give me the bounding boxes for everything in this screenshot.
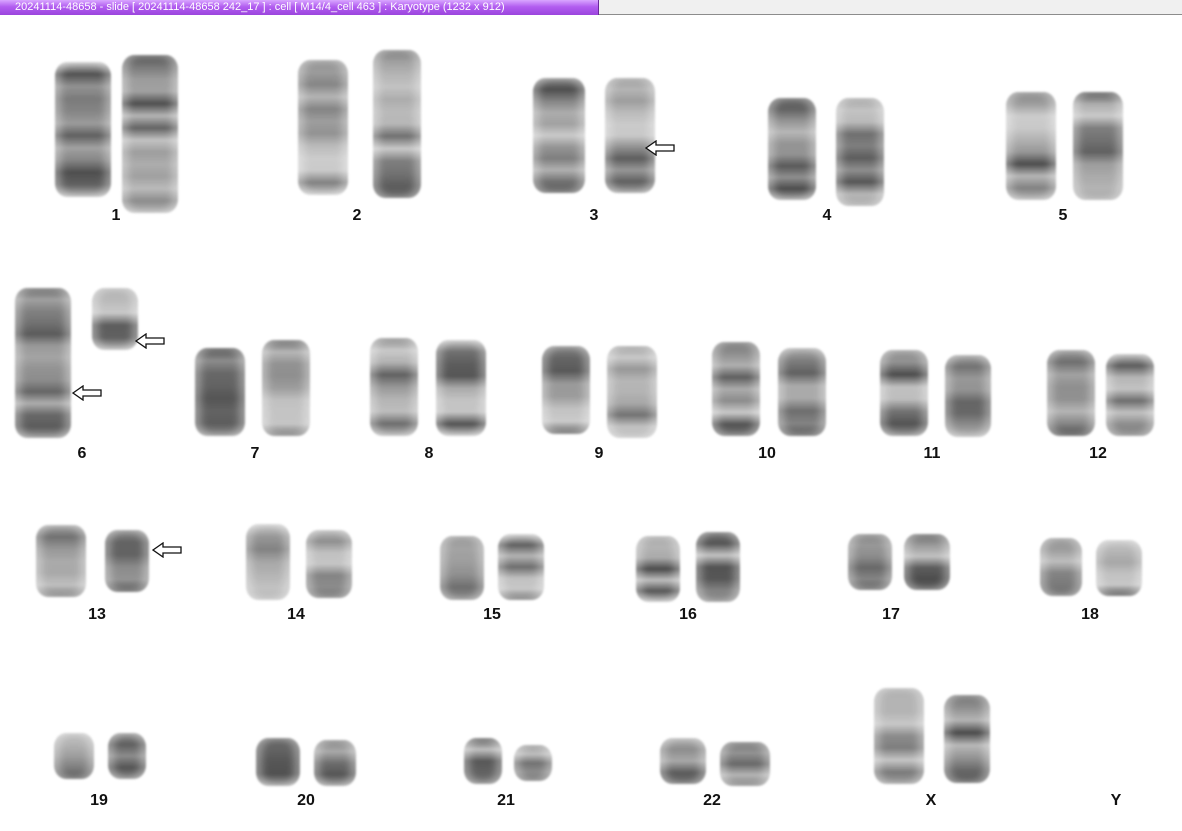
chromosome[interactable] xyxy=(370,338,418,436)
chromosome[interactable] xyxy=(440,536,484,600)
chromosome[interactable] xyxy=(36,525,86,597)
chromosome[interactable] xyxy=(607,346,657,438)
chromosome-label-22: 22 xyxy=(703,792,721,809)
chromosome[interactable] xyxy=(436,340,486,436)
abnormality-arrow-icon xyxy=(135,333,165,349)
chromosome-label-19: 19 xyxy=(90,792,108,809)
chromosome[interactable] xyxy=(298,60,348,195)
chromosome-label-20: 20 xyxy=(297,792,315,809)
chromosome-label-13: 13 xyxy=(88,606,106,623)
chromosome[interactable] xyxy=(262,340,310,436)
chromosome[interactable] xyxy=(880,350,928,436)
chromosome[interactable] xyxy=(256,738,300,786)
chromosome[interactable] xyxy=(712,342,760,436)
chromosome[interactable] xyxy=(874,688,924,784)
chromosome[interactable] xyxy=(533,78,585,193)
chromosome[interactable] xyxy=(306,530,352,598)
chromosome[interactable] xyxy=(768,98,816,200)
chromosome[interactable] xyxy=(1047,350,1095,436)
chromosome-label-10: 10 xyxy=(758,445,776,462)
chromosome[interactable] xyxy=(720,742,770,786)
chromosome[interactable] xyxy=(498,534,544,600)
chromosome-label-1: 1 xyxy=(111,207,121,224)
chromosome[interactable] xyxy=(55,62,111,197)
chromosome-label-3: 3 xyxy=(589,207,599,224)
chromosome-label-5: 5 xyxy=(1058,207,1068,224)
chromosome-label-14: 14 xyxy=(287,606,305,623)
chromosome[interactable] xyxy=(904,534,950,590)
chromosome[interactable] xyxy=(660,738,706,784)
chromosome[interactable] xyxy=(836,98,884,206)
chromosome-label-y: Y xyxy=(1110,792,1122,809)
chromosome-label-7: 7 xyxy=(250,445,260,462)
karyotype-canvas[interactable]: 1 2 3 4 5 6 7 8 9 10 11 12 13 14 15 16 17 18 19 20 21 22 X Y xyxy=(0,16,1182,831)
chromosome[interactable] xyxy=(122,55,178,213)
chromosome-label-8: 8 xyxy=(424,445,434,462)
abnormality-arrow-icon xyxy=(645,140,675,156)
chromosome-label-16: 16 xyxy=(679,606,697,623)
chromosome[interactable] xyxy=(778,348,826,436)
chromosome[interactable] xyxy=(848,534,892,590)
chromosome[interactable] xyxy=(314,740,356,786)
chromosome[interactable] xyxy=(54,733,94,779)
chromosome[interactable] xyxy=(696,532,740,602)
chromosome-label-18: 18 xyxy=(1081,606,1099,623)
chromosome[interactable] xyxy=(1040,538,1082,596)
title-bar: 20241114-48658 - slide [ 20241114-48658 … xyxy=(0,0,1182,15)
chromosome[interactable] xyxy=(195,348,245,436)
chromosome-label-21: 21 xyxy=(497,792,515,809)
chromosome-label-17: 17 xyxy=(882,606,900,623)
chromosome[interactable] xyxy=(15,288,71,438)
karyotype-window: 20241114-48658 - slide [ 20241114-48658 … xyxy=(0,0,1182,831)
chromosome[interactable] xyxy=(1073,92,1123,200)
chromosome[interactable] xyxy=(373,50,421,198)
chromosome[interactable] xyxy=(1096,540,1142,596)
chromosome[interactable] xyxy=(542,346,590,434)
chromosome[interactable] xyxy=(108,733,146,779)
chromosome[interactable] xyxy=(636,536,680,602)
chromosome-label-12: 12 xyxy=(1089,445,1107,462)
chromosome-label-15: 15 xyxy=(483,606,501,623)
abnormality-arrow-icon xyxy=(152,542,182,558)
chromosome-label-6: 6 xyxy=(77,445,87,462)
window-title-tab[interactable]: 20241114-48658 - slide [ 20241114-48658 … xyxy=(0,0,599,15)
chromosome[interactable] xyxy=(92,288,138,350)
chromosome-label-9: 9 xyxy=(594,445,604,462)
abnormality-arrow-icon xyxy=(72,385,102,401)
chromosome[interactable] xyxy=(605,78,655,193)
chromosome-label-11: 11 xyxy=(923,445,941,462)
chromosome[interactable] xyxy=(945,355,991,437)
chromosome-label-2: 2 xyxy=(352,207,362,224)
chromosome-label-4: 4 xyxy=(822,207,832,224)
chromosome[interactable] xyxy=(514,745,552,781)
chromosome[interactable] xyxy=(1006,92,1056,200)
chromosome-label-x: X xyxy=(925,792,937,809)
chromosome[interactable] xyxy=(1106,354,1154,436)
chromosome[interactable] xyxy=(944,695,990,783)
chromosome[interactable] xyxy=(246,524,290,600)
chromosome[interactable] xyxy=(464,738,502,784)
chromosome[interactable] xyxy=(105,530,149,592)
